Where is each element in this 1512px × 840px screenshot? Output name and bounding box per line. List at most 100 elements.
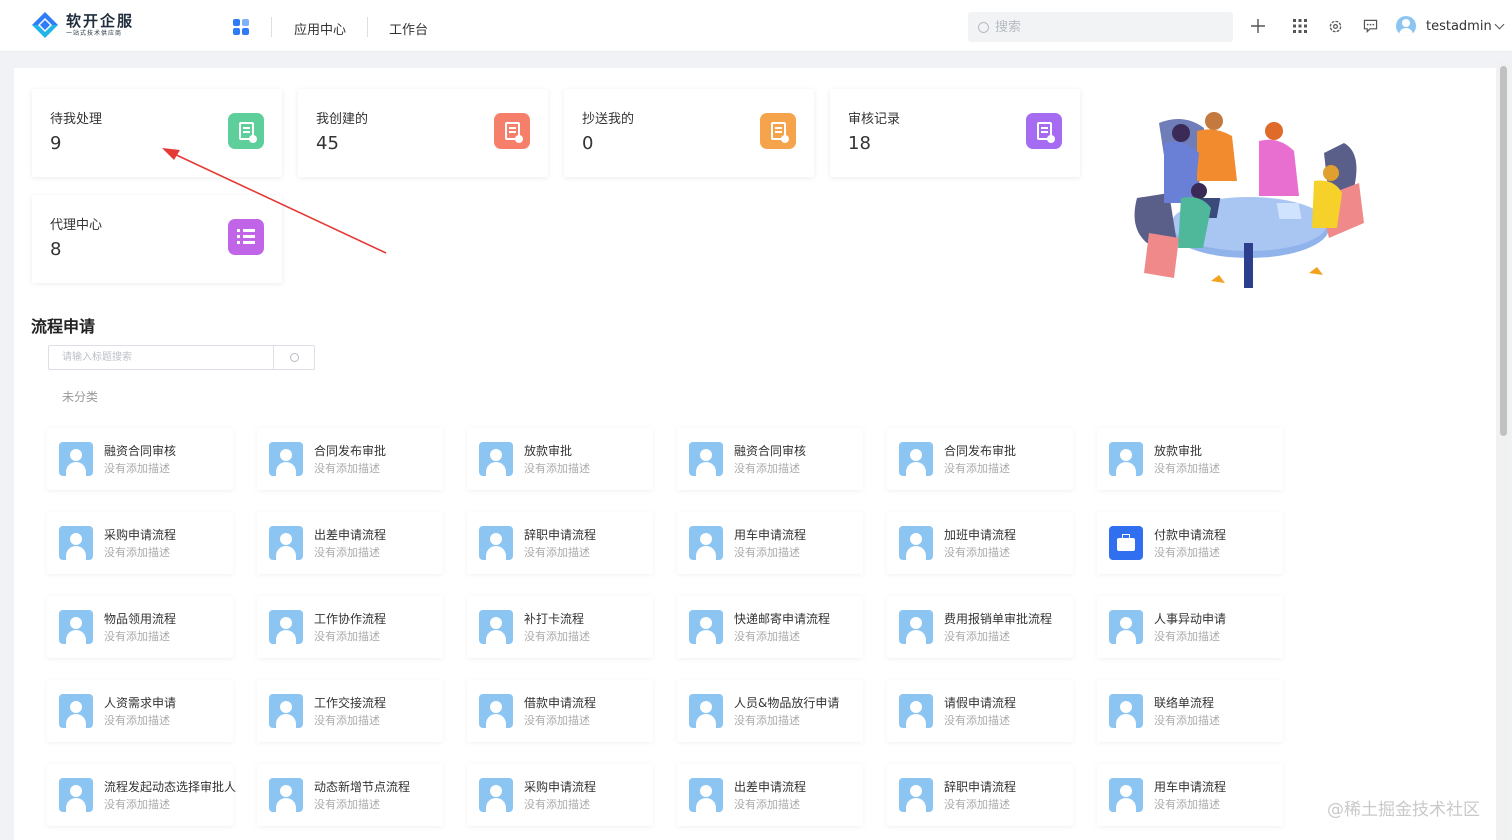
person-icon [59,694,93,728]
process-card[interactable]: 放款审批 没有添加描述 [467,428,653,490]
process-card-title: 人员&物品放行申请 [734,696,840,710]
process-card[interactable]: 请假申请流程 没有添加描述 [887,680,1073,742]
stat-value: 45 [316,133,339,154]
process-card-description: 没有添加描述 [1154,630,1220,643]
process-card[interactable]: 流程发起动态选择审批人 没有添加描述 [47,764,236,826]
process-card-description: 没有添加描述 [944,462,1010,475]
process-card[interactable]: 联络单流程 没有添加描述 [1097,680,1283,742]
process-card[interactable]: 辞职申请流程 没有添加描述 [467,512,653,574]
person-icon [899,526,933,560]
process-card[interactable]: 融资合同审核 没有添加描述 [47,428,233,490]
process-card[interactable]: 物品领用流程 没有添加描述 [47,596,233,658]
stat-label: 代理中心 [50,218,103,233]
process-card[interactable]: 采购申请流程 没有添加描述 [47,512,233,574]
stat-card-created[interactable]: 我创建的 45 [298,89,548,177]
stat-label: 我创建的 [316,112,369,127]
process-card-title: 用车申请流程 [1154,780,1227,794]
process-card[interactable]: 融资合同审核 没有添加描述 [677,428,863,490]
watermark: @稀土掘金技术社区 [1327,800,1480,820]
process-card-description: 没有添加描述 [1154,798,1220,811]
process-card-description: 没有添加描述 [944,546,1010,559]
nav-app-center[interactable]: 应用中心 [294,19,346,38]
search-input[interactable] [995,19,1215,35]
process-card[interactable]: 采购申请流程 没有添加描述 [467,764,653,826]
logo-name: 软开企服 [66,11,135,30]
cc-doc-icon [760,113,796,149]
process-search-button[interactable] [273,346,314,369]
person-icon [479,442,513,476]
process-card[interactable]: 出差申请流程 没有添加描述 [677,764,863,826]
person-icon [1109,610,1143,644]
process-card[interactable]: 借款申请流程 没有添加描述 [467,680,653,742]
process-card-title: 辞职申请流程 [944,780,1017,794]
process-card[interactable]: 合同发布审批 没有添加描述 [257,428,443,490]
person-icon [479,610,513,644]
avatar [1396,16,1416,36]
add-icon[interactable] [1249,17,1267,35]
process-card-title: 工作协作流程 [314,612,387,626]
process-card-description: 没有添加描述 [944,714,1010,727]
process-search[interactable] [48,345,315,370]
stat-card-pending[interactable]: 待我处理 9 [32,89,282,177]
logo-mark-icon [32,12,58,38]
person-icon [689,694,723,728]
person-icon [59,526,93,560]
stat-card-cc[interactable]: 抄送我的 0 [564,89,814,177]
person-icon [59,610,93,644]
process-card[interactable]: 人资需求申请 没有添加描述 [47,680,233,742]
process-card-description: 没有添加描述 [104,714,170,727]
process-card-title: 融资合同审核 [734,444,807,458]
person-icon [1109,778,1143,812]
process-card[interactable]: 人事异动申请 没有添加描述 [1097,596,1283,658]
process-card[interactable]: 加班申请流程 没有添加描述 [887,512,1073,574]
process-card-description: 没有添加描述 [104,798,170,811]
logo[interactable]: 软开企服 一站式技术供应商 [30,10,134,40]
nav-workbench[interactable]: 工作台 [389,19,428,38]
process-card[interactable]: 工作交接流程 没有添加描述 [257,680,443,742]
nav-divider [367,17,368,37]
process-card[interactable]: 付款申请流程 没有添加描述 [1097,512,1283,574]
process-card[interactable]: 出差申请流程 没有添加描述 [257,512,443,574]
process-card[interactable]: 用车申请流程 没有添加描述 [677,512,863,574]
person-icon [689,442,723,476]
settings-icon[interactable] [1326,17,1344,35]
process-card-title: 融资合同审核 [104,444,177,458]
scrollbar-thumb[interactable] [1500,66,1507,436]
created-doc-icon [494,113,530,149]
scrollbar[interactable] [1497,60,1510,840]
person-icon [59,442,93,476]
dashboard-icon[interactable] [233,19,249,35]
nav-divider [271,17,272,37]
process-card[interactable]: 人员&物品放行申请 没有添加描述 [677,680,863,742]
process-card[interactable]: 放款审批 没有添加描述 [1097,428,1283,490]
category-label: 未分类 [62,390,99,404]
process-card-title: 出差申请流程 [734,780,807,794]
process-card-title: 物品领用流程 [104,612,177,626]
stat-value: 8 [50,239,62,260]
process-card-title: 人资需求申请 [104,696,177,710]
message-icon[interactable] [1361,17,1379,35]
process-card[interactable]: 辞职申请流程 没有添加描述 [887,764,1073,826]
process-card[interactable]: 快递邮寄申请流程 没有添加描述 [677,596,863,658]
stat-card-proxy-center[interactable]: 代理中心 8 [32,195,282,283]
global-search[interactable] [968,12,1233,42]
process-card[interactable]: 补打卡流程 没有添加描述 [467,596,653,658]
person-icon [899,694,933,728]
stat-card-review-records[interactable]: 审核记录 18 [830,89,1080,177]
person-icon [269,442,303,476]
process-card[interactable]: 合同发布审批 没有添加描述 [887,428,1073,490]
process-card[interactable]: 工作协作流程 没有添加描述 [257,596,443,658]
apps-grid-icon[interactable] [1291,17,1309,35]
person-icon [269,526,303,560]
process-card-title: 出差申请流程 [314,528,387,542]
process-card[interactable]: 动态新增节点流程 没有添加描述 [257,764,443,826]
process-card-description: 没有添加描述 [734,462,800,475]
person-icon [689,778,723,812]
process-search-input[interactable] [49,346,273,369]
process-card-title: 辞职申请流程 [524,528,597,542]
process-card[interactable]: 费用报销单审批流程 没有添加描述 [887,596,1073,658]
stat-value: 9 [50,133,62,154]
process-card[interactable]: 用车申请流程 没有添加描述 [1097,764,1283,826]
user-menu[interactable]: testadmin [1396,16,1505,36]
section-title: 流程申请 [31,317,96,336]
